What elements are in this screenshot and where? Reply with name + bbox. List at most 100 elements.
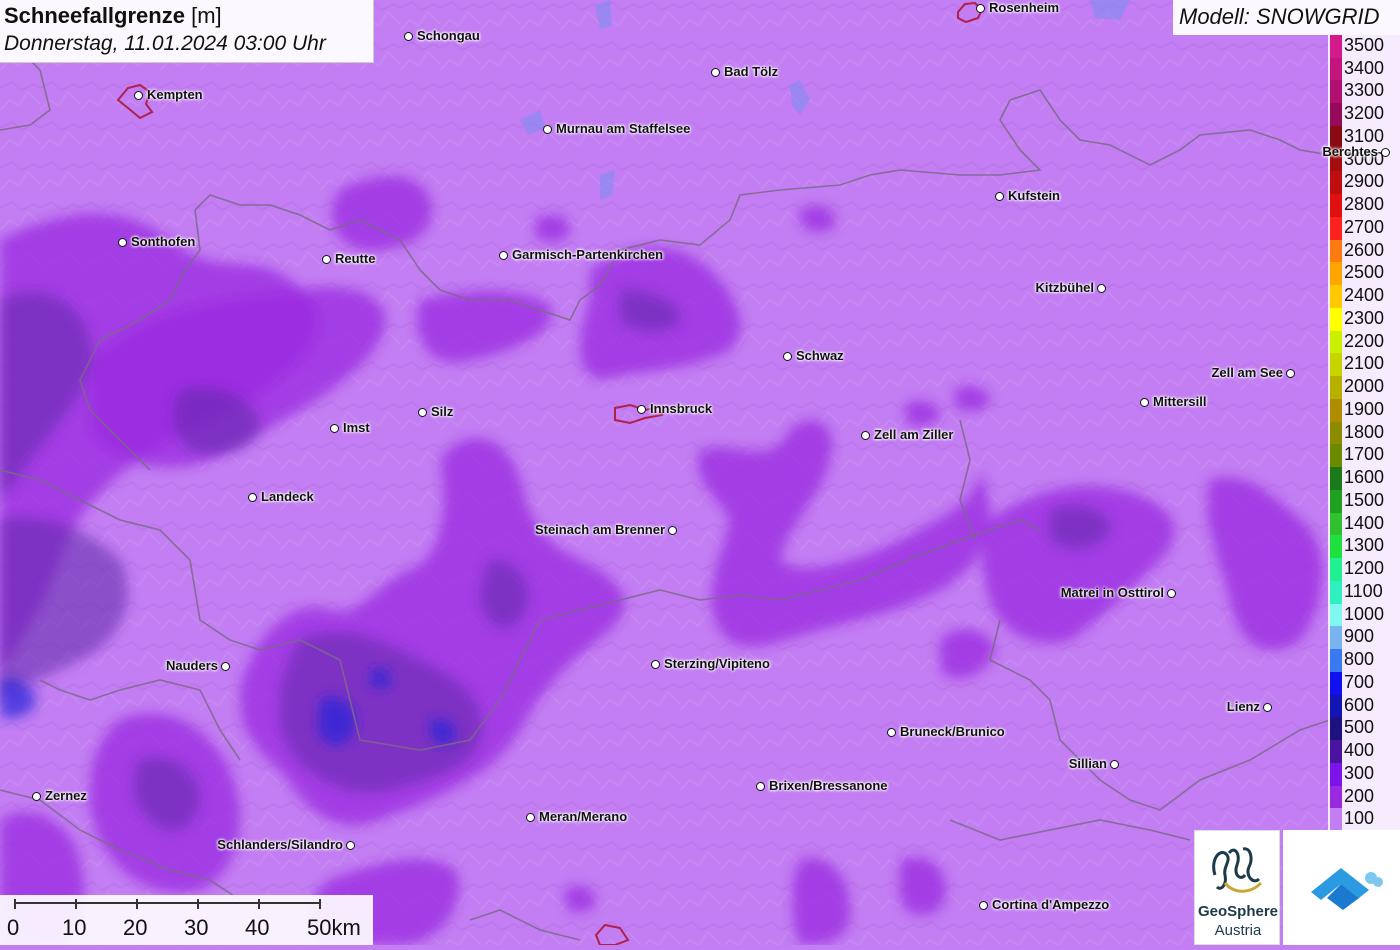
scale-label-20: 20 <box>123 915 148 940</box>
city-label[interactable]: Berchtes <box>1322 144 1378 159</box>
city-label[interactable]: Kitzbühel <box>1036 280 1095 295</box>
city-label[interactable]: Steinach am Brenner <box>535 522 665 537</box>
city-label[interactable]: Imst <box>343 420 370 435</box>
city-marker[interactable] <box>32 792 41 801</box>
city-marker[interactable] <box>668 526 677 535</box>
city-marker[interactable] <box>1110 760 1119 769</box>
legend-label: 2900 <box>1344 171 1385 192</box>
legend-label: 1800 <box>1344 421 1385 442</box>
city-label[interactable]: Zell am Ziller <box>874 427 953 442</box>
city-marker[interactable] <box>1167 589 1176 598</box>
city-marker[interactable] <box>1381 148 1390 157</box>
legend-swatch <box>1330 467 1342 490</box>
city-marker[interactable] <box>118 238 127 247</box>
legend-swatch <box>1330 57 1342 81</box>
legend-label: 400 <box>1344 740 1375 761</box>
legend-label: 2700 <box>1344 216 1385 237</box>
legend-swatch <box>1330 694 1342 718</box>
legend-row: 1800 <box>1328 420 1400 445</box>
city-label[interactable]: Sonthofen <box>131 234 195 249</box>
legend-label: 2500 <box>1344 262 1385 283</box>
city-marker[interactable] <box>526 813 535 822</box>
city-label[interactable]: Sillian <box>1069 756 1107 771</box>
legend-label: 700 <box>1344 671 1375 692</box>
city-marker[interactable] <box>783 352 792 361</box>
legend-row: 1600 <box>1328 465 1400 490</box>
legend-row: 2100 <box>1328 351 1400 377</box>
city-label[interactable]: Kufstein <box>1008 188 1060 203</box>
city-marker[interactable] <box>861 431 870 440</box>
legend-label: 2300 <box>1344 307 1385 328</box>
scale-label-0: 0 <box>7 915 20 940</box>
city-label[interactable]: Schwaz <box>796 348 844 363</box>
geosphere-name: GeoSphere <box>1197 903 1279 920</box>
city-marker[interactable] <box>976 4 985 13</box>
legend-swatch <box>1330 785 1342 809</box>
city-label[interactable]: Cortina d'Ampezzo <box>992 897 1109 912</box>
city-label[interactable]: Murnau am Staffelsee <box>556 121 690 136</box>
city-marker[interactable] <box>499 251 508 260</box>
city-marker[interactable] <box>418 408 427 417</box>
legend-swatch <box>1330 626 1342 650</box>
legend-label: 1500 <box>1344 489 1385 510</box>
legend-label: 200 <box>1344 785 1375 806</box>
city-marker[interactable] <box>346 841 355 850</box>
city-marker[interactable] <box>887 728 896 737</box>
city-label[interactable]: Meran/Merano <box>539 809 627 824</box>
legend-row: 100 <box>1328 806 1400 831</box>
app-logo[interactable] <box>1283 830 1400 945</box>
city-marker[interactable] <box>756 782 765 791</box>
legend-row: 600 <box>1328 693 1400 718</box>
legend-label: 2600 <box>1344 239 1385 260</box>
legend-swatch <box>1330 171 1342 195</box>
city-marker[interactable] <box>330 424 339 433</box>
city-label[interactable]: Innsbruck <box>650 401 712 416</box>
geosphere-sub: Austria <box>1214 922 1262 939</box>
city-marker[interactable] <box>543 125 552 134</box>
legend-row: 2700 <box>1328 215 1400 240</box>
city-label[interactable]: Zell am See <box>1211 365 1283 380</box>
city-label[interactable]: Garmisch-Partenkirchen <box>512 247 663 262</box>
legend-label: 2100 <box>1344 353 1385 374</box>
scale-label-50km: 50km <box>307 915 361 940</box>
weather-app-icon <box>1311 868 1383 910</box>
city-marker[interactable] <box>404 32 413 41</box>
city-label[interactable]: Mittersill <box>1153 394 1206 409</box>
city-label[interactable]: Landeck <box>261 489 314 504</box>
scale-label-30: 30 <box>184 915 209 940</box>
model-label: Modell: SNOWGRID <box>1173 0 1400 35</box>
city-label[interactable]: Schongau <box>417 28 480 43</box>
city-marker[interactable] <box>1263 703 1272 712</box>
legend-label: 3500 <box>1344 35 1385 55</box>
city-label[interactable]: Reutte <box>335 251 375 266</box>
city-marker[interactable] <box>1097 284 1106 293</box>
city-label[interactable]: Silz <box>431 404 453 419</box>
city-label[interactable]: Bad Tölz <box>724 64 778 79</box>
city-label[interactable]: Sterzing/Vipiteno <box>664 656 770 671</box>
city-marker[interactable] <box>979 901 988 910</box>
legend-row: 1100 <box>1328 579 1400 604</box>
city-label[interactable]: Bruneck/Brunico <box>900 724 1005 739</box>
city-label[interactable]: Zernez <box>45 788 87 803</box>
city-label[interactable]: Lienz <box>1227 699 1260 714</box>
city-label[interactable]: Schlanders/Silandro <box>217 837 343 852</box>
city-marker[interactable] <box>637 405 646 414</box>
city-marker[interactable] <box>221 662 230 671</box>
city-marker[interactable] <box>651 660 660 669</box>
legend-swatch <box>1330 307 1342 331</box>
city-label[interactable]: Kempten <box>147 87 203 102</box>
city-label[interactable]: Matrei in Osttirol <box>1061 585 1164 600</box>
city-label[interactable]: Brixen/Bressanone <box>769 778 888 793</box>
city-marker[interactable] <box>711 68 720 77</box>
legend-label: 1200 <box>1344 558 1385 579</box>
city-marker[interactable] <box>322 255 331 264</box>
city-marker[interactable] <box>1140 398 1149 407</box>
city-label[interactable]: Rosenheim <box>989 0 1059 15</box>
city-marker[interactable] <box>995 192 1004 201</box>
city-label[interactable]: Nauders <box>166 658 218 673</box>
city-marker[interactable] <box>248 493 257 502</box>
city-marker[interactable] <box>134 91 143 100</box>
legend-row: 300 <box>1328 761 1400 786</box>
city-marker[interactable] <box>1286 369 1295 378</box>
geosphere-logo[interactable]: GeoSphere Austria <box>1194 830 1280 945</box>
